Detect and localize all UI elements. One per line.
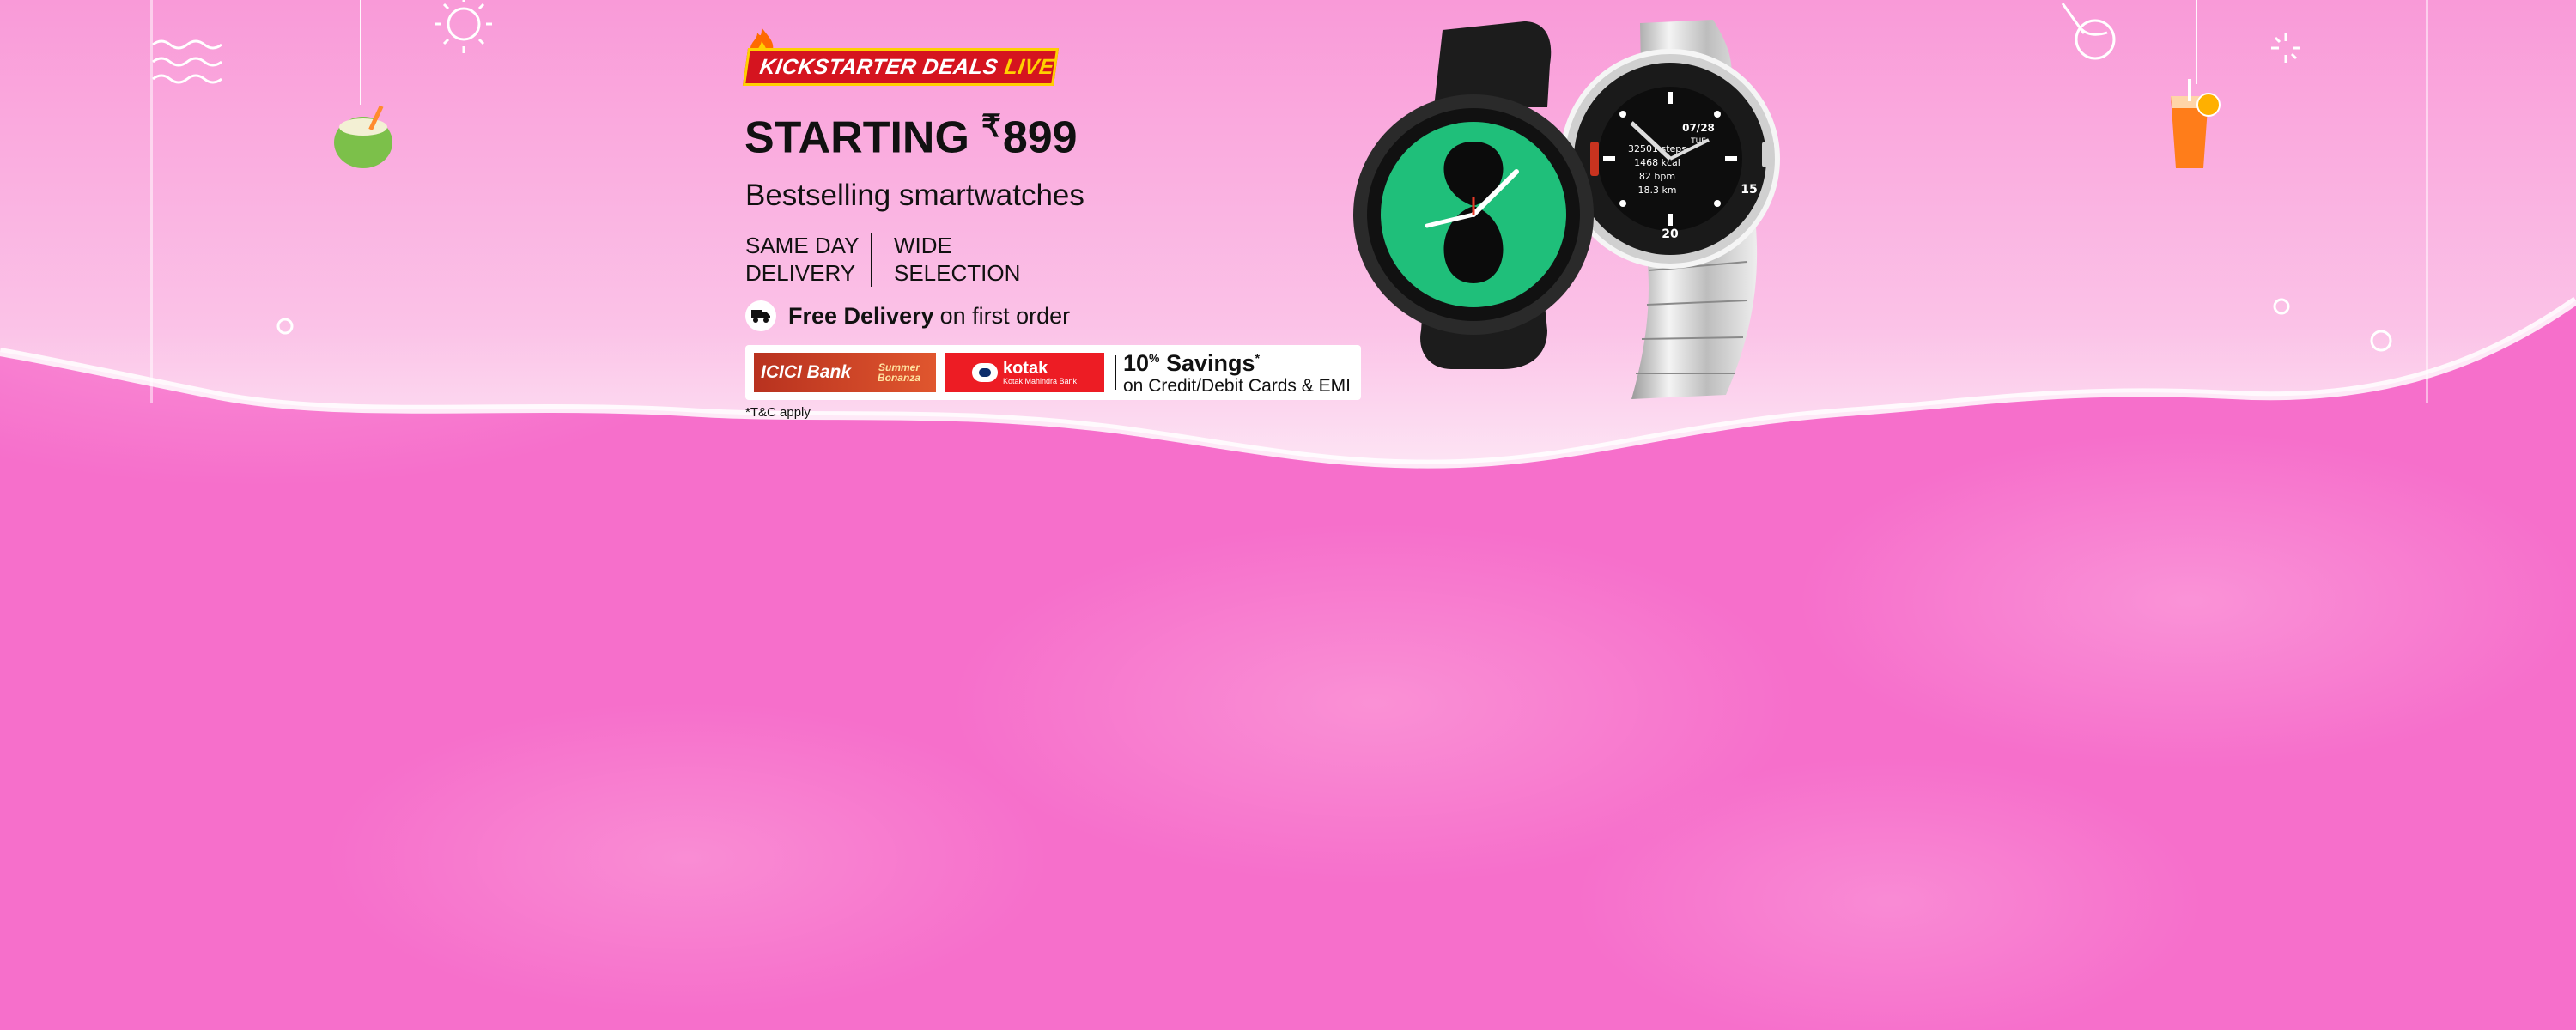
watch-date: 07/28 (1682, 122, 1715, 134)
icici-name: ICICI Bank (761, 362, 852, 382)
currency-symbol: ₹ (981, 108, 1001, 143)
feature-wide-selection: WIDE SELECTION (894, 233, 1021, 286)
headline-text: STARTING (744, 112, 969, 163)
steel-watch: 07/28 TUE 32501 steps 1468 kcal 82 bpm 1… (1560, 20, 1780, 399)
sparkle-icon (2269, 31, 2303, 70)
black-smartwatch (1353, 21, 1599, 369)
badge-prefix: KICKSTARTER DEALS (758, 54, 1000, 79)
top-panel (0, 0, 2576, 481)
kickstarter-deals-badge: KICKSTARTER DEALS LIVE (742, 48, 1060, 86)
badge-label: KICKSTARTER DEALS LIVE (758, 55, 1056, 80)
smartwatch-product-image: 07/28 TUE 32501 steps 1468 kcal 82 bpm 1… (1353, 20, 1780, 399)
truck-icon (745, 300, 776, 331)
juice-string (2196, 0, 2197, 84)
sun-icon (425, 0, 502, 69)
free-delivery-line: Free Delivery on first order (745, 300, 1070, 331)
juice-icon (2157, 79, 2226, 182)
kotak-mark-icon (971, 363, 998, 382)
subtitle: Bestselling smartwatches (745, 179, 1084, 212)
watch-bpm: 82 bpm (1639, 171, 1675, 182)
panel-edge-right (2426, 0, 2428, 403)
kotak-text: kotak Kotak Mahindra Bank (1003, 360, 1077, 385)
offer-divider (1115, 355, 1116, 390)
savings-pct: % (1149, 351, 1160, 365)
bezel-label-1: 15 (1741, 183, 1757, 197)
savings-value: 10 (1123, 350, 1150, 376)
savings-mark: * (1255, 351, 1261, 365)
feature-same-day-delivery: SAME DAY DELIVERY (745, 233, 859, 286)
icici-bank-logo: ICICI Bank Summer Bonanza (754, 353, 936, 392)
coconut-string (360, 0, 361, 105)
icici-tag: Summer Bonanza (877, 361, 920, 384)
price-headline: STARTING ₹899 (744, 108, 1078, 163)
price-value: 899 (1002, 112, 1078, 163)
wave-background (0, 0, 2576, 469)
watch-km: 18.3 km (1637, 185, 1676, 196)
badge-live: LIVE (1003, 54, 1056, 79)
ice-cream-icon (2054, 0, 2123, 72)
delivery-bold: Free Delivery (788, 302, 934, 329)
kotak-name: kotak (1002, 359, 1048, 378)
bank-offer-box: ICICI Bank Summer Bonanza kotak Kotak Ma… (745, 345, 1361, 400)
feature-divider (871, 233, 872, 287)
savings-label: Savings (1166, 350, 1255, 376)
bezel-label-2: 20 (1662, 227, 1679, 241)
circle-deco-right-2 (2368, 328, 2394, 358)
circle-deco-right-1 (2271, 296, 2292, 321)
coconut-icon (329, 101, 403, 179)
kotak-sub: Kotak Mahindra Bank (1002, 377, 1078, 385)
promo-banner[interactable]: KICKSTARTER DEALS LIVE STARTING ₹899 Bests… (0, 0, 2576, 1030)
delivery-rest: on first order (939, 302, 1071, 329)
savings-headline: 10% Savings* (1123, 350, 1260, 377)
savings-subtext: on Credit/Debit Cards & EMI (1123, 376, 1351, 396)
circle-deco-left (275, 316, 295, 341)
terms-note: *T&C apply (745, 405, 811, 420)
waves-icon (150, 36, 232, 92)
kotak-bank-logo: kotak Kotak Mahindra Bank (945, 353, 1104, 392)
